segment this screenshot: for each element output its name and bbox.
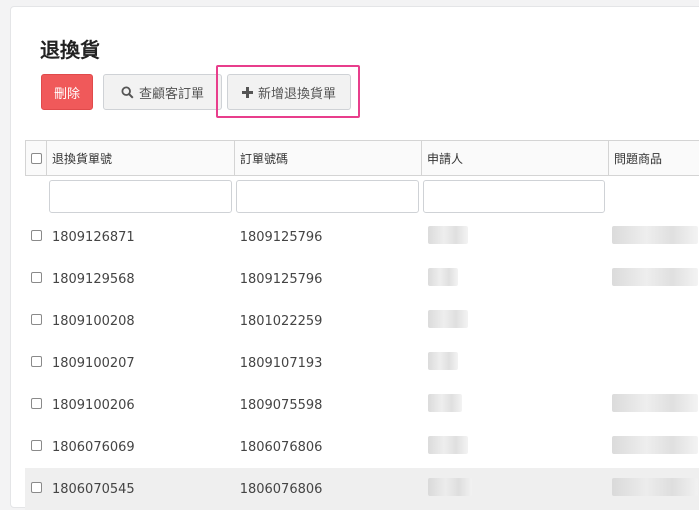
order-no-cell[interactable]: 1806076806 (236, 482, 423, 497)
row-checkbox[interactable] (31, 229, 42, 241)
order-no-cell[interactable]: 1809125796 (236, 272, 423, 287)
table-body: 1809126871 1809125796 1809129568 1809125796… (25, 216, 699, 510)
row-checkbox[interactable] (31, 481, 42, 493)
applicant-cell (422, 310, 609, 332)
row-checkbox-cell (25, 481, 49, 497)
order-no-cell[interactable]: 1809107193 (236, 356, 423, 371)
redacted-applicant (428, 394, 463, 412)
return-no-cell[interactable]: 1809100208 (49, 314, 236, 329)
return-no-cell[interactable]: 1809100207 (49, 356, 236, 371)
product-cell (609, 226, 699, 248)
row-checkbox-cell (25, 355, 49, 371)
table-header: 退換貨單號 訂單號碼 申請人 問題商品 (25, 141, 699, 176)
redacted-product (612, 268, 699, 286)
row-checkbox-cell (25, 229, 49, 245)
redacted-product (612, 436, 699, 454)
search-customer-order-button[interactable]: 查顧客訂單 (103, 74, 222, 110)
return-no-cell[interactable]: 1809100206 (49, 398, 236, 413)
applicant-cell (422, 436, 609, 458)
redacted-product (612, 394, 699, 412)
redacted-product (612, 478, 699, 496)
return-no-cell[interactable]: 1806070545 (49, 482, 236, 497)
table-row[interactable]: 1809100206 1809075598 (25, 384, 699, 426)
row-checkbox[interactable] (31, 439, 42, 451)
table-row[interactable]: 1809129568 1809125796 (25, 258, 699, 300)
header-product[interactable]: 問題商品 (609, 141, 699, 175)
redacted-applicant (428, 436, 469, 454)
redacted-product (612, 226, 699, 244)
table-row[interactable]: 1806070545 1806076806 (25, 468, 699, 510)
redacted-applicant (428, 478, 473, 496)
returns-table: 退換貨單號 訂單號碼 申請人 問題商品 1809126871 1809125796… (25, 140, 699, 510)
redacted-applicant (428, 268, 459, 286)
redacted-applicant (428, 226, 469, 244)
header-return-no[interactable]: 退換貨單號 (47, 141, 235, 175)
table-row[interactable]: 1809100207 1809107193 (25, 342, 699, 384)
order-no-cell[interactable]: 1809125796 (236, 230, 423, 245)
return-no-cell[interactable]: 1806076069 (49, 440, 236, 455)
applicant-cell (422, 394, 609, 416)
redacted-applicant (428, 352, 459, 370)
redacted-applicant (428, 310, 469, 328)
product-cell (609, 436, 699, 458)
row-checkbox[interactable] (31, 271, 42, 283)
order-no-cell[interactable]: 1809075598 (236, 398, 423, 413)
row-checkbox-cell (25, 313, 49, 329)
filter-return-no-input[interactable] (49, 179, 232, 213)
add-return-label: 新增退換貨單 (257, 86, 336, 102)
row-checkbox[interactable] (31, 313, 42, 325)
row-checkbox-cell (25, 439, 49, 455)
header-applicant[interactable]: 申請人 (422, 141, 609, 175)
page-title: 退換貨 (40, 38, 100, 62)
order-no-cell[interactable]: 1801022259 (236, 314, 423, 329)
applicant-cell (422, 478, 609, 500)
select-all-cell (25, 141, 47, 175)
select-all-checkbox[interactable] (30, 152, 42, 164)
plus-icon (241, 86, 253, 98)
table-row[interactable]: 1806076069 1806076806 (25, 426, 699, 468)
filter-applicant-input[interactable] (423, 179, 605, 213)
row-checkbox-cell (25, 271, 49, 287)
product-cell (609, 478, 699, 500)
table-row[interactable]: 1809100208 1801022259 (25, 300, 699, 342)
row-checkbox-cell (25, 397, 49, 413)
product-cell (609, 394, 699, 416)
row-checkbox[interactable] (31, 355, 42, 367)
row-checkbox[interactable] (31, 397, 42, 409)
header-order-no[interactable]: 訂單號碼 (235, 141, 422, 175)
filter-row (25, 176, 699, 216)
product-cell (609, 268, 699, 290)
return-no-cell[interactable]: 1809126871 (49, 230, 236, 245)
applicant-cell (422, 268, 609, 290)
applicant-cell (422, 226, 609, 248)
return-no-cell[interactable]: 1809129568 (49, 272, 236, 287)
table-row[interactable]: 1809126871 1809125796 (25, 216, 699, 258)
applicant-cell (422, 352, 609, 374)
filter-order-no-input[interactable] (236, 179, 419, 213)
add-return-button[interactable]: 新增退換貨單 (227, 74, 351, 110)
search-icon (121, 85, 134, 99)
delete-button-label: 刪除 (53, 86, 80, 102)
order-no-cell[interactable]: 1806076806 (236, 440, 423, 455)
delete-button[interactable]: 刪除 (41, 74, 93, 110)
search-customer-order-label: 查顧客訂單 (138, 86, 204, 102)
